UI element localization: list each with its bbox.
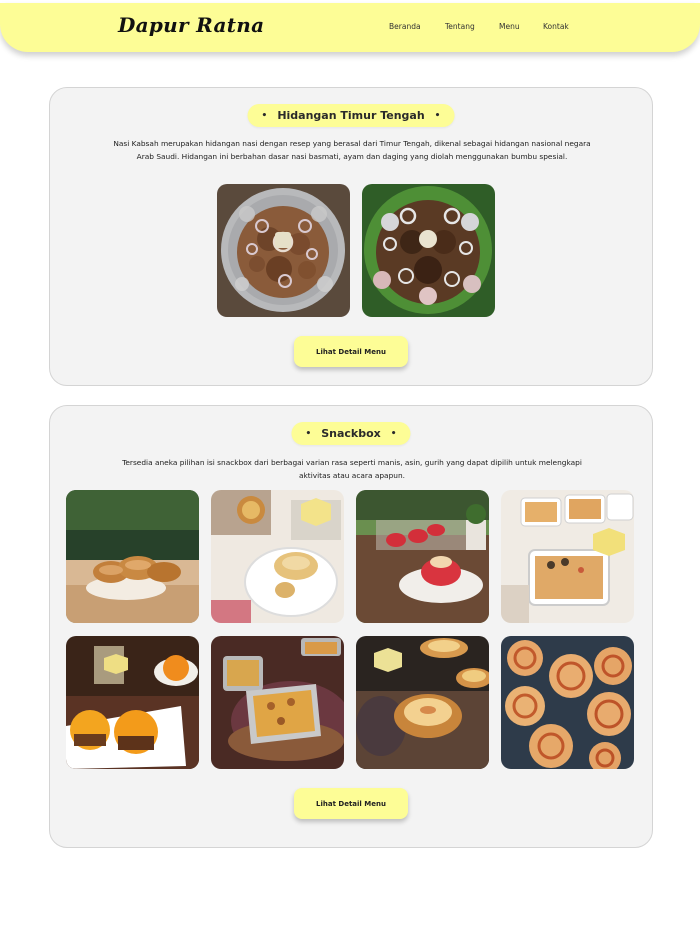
section-description: Nasi Kabsah merupakan hidangan nasi deng… — [113, 139, 591, 161]
section-middle-eastern: • Hidangan Timur Tengah • Nasi Kabsah me… — [49, 87, 653, 386]
section-title-badge: • Hidangan Timur Tengah • — [247, 104, 455, 127]
site-header: Dapur Ratna Beranda Tentang Menu Kontak — [0, 3, 700, 52]
bullet-right: • — [390, 428, 397, 439]
bullet-left: • — [261, 110, 268, 121]
bullet-left: • — [305, 428, 312, 439]
main-nav: Beranda Tentang Menu Kontak — [0, 22, 700, 36]
snack-photo — [66, 490, 199, 623]
snack-photo — [501, 636, 634, 769]
snack-photo — [211, 636, 344, 769]
snack-photo — [211, 490, 344, 623]
nav-item-kontak[interactable]: Kontak — [543, 22, 569, 31]
snack-photo — [356, 490, 489, 623]
nav-item-tentang[interactable]: Tentang — [445, 22, 475, 31]
kabsah-photo-2 — [362, 184, 495, 317]
bullet-right: • — [434, 110, 441, 121]
snack-photo — [501, 490, 634, 623]
view-menu-detail-button[interactable]: Lihat Detail Menu — [294, 336, 408, 367]
snack-photo — [66, 636, 199, 769]
snack-photo — [356, 636, 489, 769]
nav-item-menu[interactable]: Menu — [499, 22, 520, 31]
section-title: Hidangan Timur Tengah — [277, 109, 425, 122]
section-title-badge: • Snackbox • — [291, 422, 411, 445]
view-menu-detail-button[interactable]: Lihat Detail Menu — [294, 788, 408, 819]
nav-item-beranda[interactable]: Beranda — [389, 22, 421, 31]
section-description: Tersedia aneka pilihan isi snackbox dari… — [122, 458, 582, 480]
section-title: Snackbox — [321, 427, 381, 440]
section-snackbox: • Snackbox • Tersedia aneka pilihan isi … — [49, 405, 653, 848]
kabsah-photo-1 — [217, 184, 350, 317]
